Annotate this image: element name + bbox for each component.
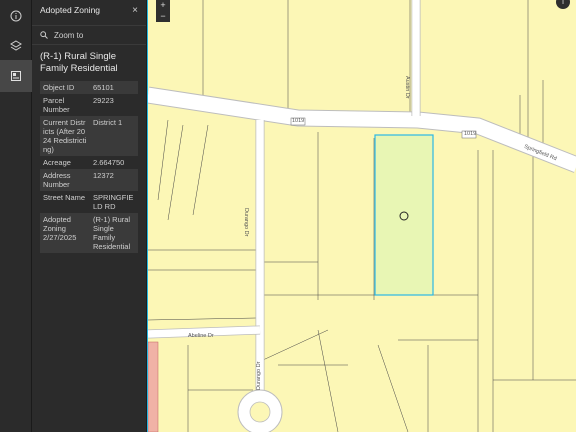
zoom-controls: + − [156,0,170,22]
layers-button[interactable] [0,30,32,62]
route-1019-label: 1019 [464,131,477,137]
info-icon [10,10,22,22]
panel-title: Adopted Zoning [40,5,101,15]
attr-value: 65101 [90,81,138,94]
map-canvas[interactable] [148,0,576,432]
attribute-table: Object ID 65101 Parcel Number 29223 Curren… [40,81,138,253]
feature-panel: Adopted Zoning × Zoom to (R-1) Rural Sin… [32,0,146,432]
commercial-parcel[interactable] [148,341,159,432]
zoom-in-button[interactable]: + [156,0,170,11]
route-1019-label: 1019 [292,118,305,124]
table-row: Street Name SPRINGFIELD RD [40,191,138,213]
zoom-to-icon [40,31,48,39]
feature-title: (R-1) Rural Single Family Residential [40,51,118,74]
attr-value: 29223 [93,96,114,105]
table-row: Address Number 12372 [40,169,138,191]
austin-dr-label: Austin Dr [404,76,410,99]
adopted-zoning-button[interactable] [0,60,32,92]
zoom-to-button[interactable]: Zoom to [32,25,146,45]
map-legend-icon [11,71,21,81]
zoom-out-button[interactable]: − [156,11,170,22]
info-button[interactable] [0,0,32,32]
attr-key: Address Number [40,169,90,191]
attr-key: Street Name [43,193,86,202]
table-row: Object ID 65101 [40,81,138,94]
durango-dr-label: Durango Dr [243,208,249,237]
close-button[interactable]: × [132,5,138,16]
abeline-dr-label: Abeline Dr [188,333,214,339]
attr-value: 2.664750 [93,158,125,167]
table-row: Acreage 2.664750 [40,156,138,169]
panel-header: Adopted Zoning × [32,0,146,20]
selected-parcel[interactable] [374,134,434,296]
left-toolbar [0,0,32,432]
table-row: Parcel Number 29223 [40,94,138,116]
bottom-street-label: Durango Dr [256,361,262,390]
attr-value: 12372 [90,169,138,191]
map-view[interactable]: 1019 1019 Austin Dr Springfield Rd Duran… [147,0,576,432]
attr-key: Object ID [40,81,90,94]
attr-key: Acreage [43,158,71,167]
table-row: Current Districts (After 2024 Redistrict… [40,116,138,156]
layers-icon [10,40,22,51]
attr-key: Parcel Number [43,96,70,114]
attr-key: Adopted Zoning 2/27/2025 [40,213,90,253]
attr-value: SPRINGFIELD RD [93,193,134,211]
table-row: Adopted Zoning 2/27/2025 (R-1) Rural Sing… [40,213,138,253]
attr-value: (R-1) Rural Single Family Residential [90,213,138,253]
zoom-to-label: Zoom to [54,30,84,40]
attr-value: District 1 [90,116,138,156]
attr-key: Current Districts (After 2024 Redistrict… [40,116,90,156]
